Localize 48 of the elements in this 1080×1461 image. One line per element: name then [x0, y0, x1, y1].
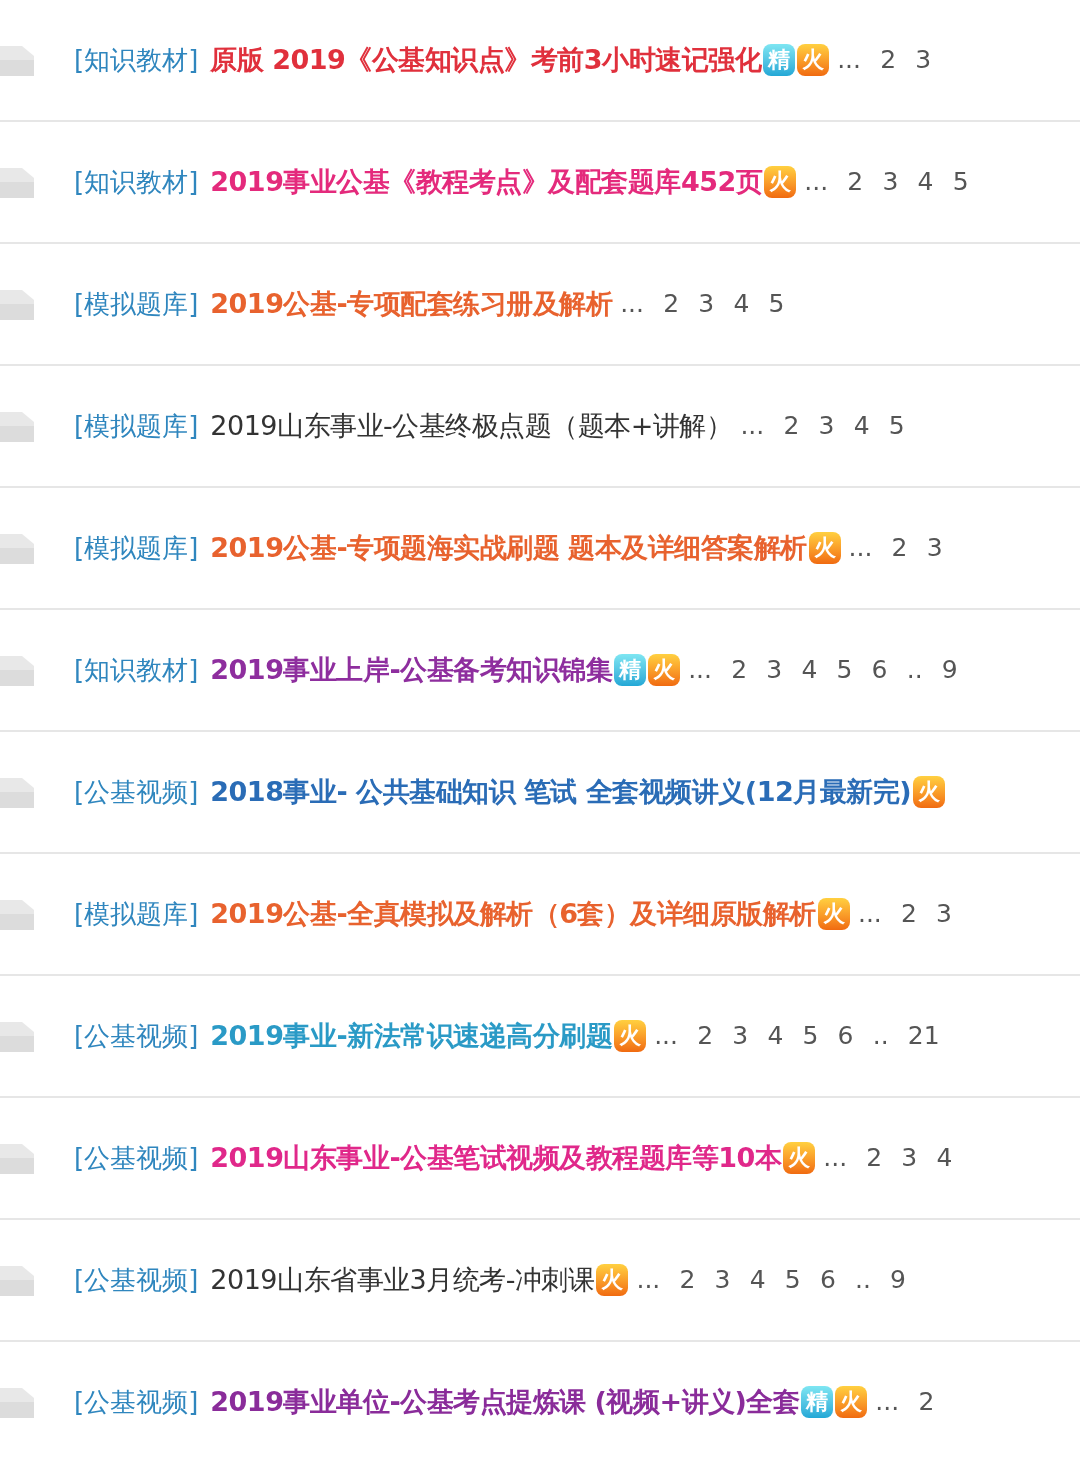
- category-tag[interactable]: [模拟题库]: [74, 528, 199, 568]
- thread-title[interactable]: 2018事业- 公共基础知识 笔试 全套视频讲义(12月最新完): [210, 771, 912, 813]
- featured-badge: 精: [763, 44, 796, 76]
- page-links[interactable]: ... 2 3 4 5 6 .. 9: [636, 1261, 906, 1299]
- page-links[interactable]: ... 2 3 4 5: [740, 407, 905, 445]
- thread-title[interactable]: 2019公基-专项配套练习册及解析: [210, 283, 613, 325]
- page-links[interactable]: ... 2 3 4 5 6 .. 9: [688, 651, 958, 689]
- hot-badge: 火: [596, 1264, 629, 1296]
- category-tag[interactable]: [公基视频]: [74, 772, 199, 812]
- page-links[interactable]: ... 2 3 4 5: [620, 285, 785, 323]
- hot-badge: 火: [783, 1142, 816, 1174]
- thread-title[interactable]: 2019公基-全真模拟及解析（6套）及详细原版解析: [210, 893, 816, 935]
- thread-title[interactable]: 原版 2019《公基知识点》考前3小时速记强化: [210, 39, 762, 81]
- thread-title[interactable]: 2019山东事业-公基终极点题（题本+讲解）: [210, 405, 733, 447]
- hot-badge: 火: [764, 166, 797, 198]
- thread-title[interactable]: 2019山东事业-公基笔试视频及教程题库等10本: [210, 1137, 782, 1179]
- page-links[interactable]: ... 2 3 4 5 6 .. 21: [654, 1017, 940, 1055]
- category-tag[interactable]: [公基视频]: [74, 1138, 199, 1178]
- featured-badge: 精: [801, 1386, 834, 1418]
- hot-badge: 火: [614, 1020, 647, 1052]
- thread-title[interactable]: 2019事业上岸-公基备考知识锦集: [210, 649, 613, 691]
- thread-title[interactable]: 2019事业单位-公基考点提炼课 (视频+讲义)全套: [210, 1381, 800, 1423]
- category-tag[interactable]: [模拟题库]: [74, 284, 199, 324]
- page-links[interactable]: ... 2 3: [837, 41, 932, 79]
- category-tag[interactable]: [知识教材]: [74, 162, 199, 202]
- page-links[interactable]: ... 2 3 4: [823, 1139, 953, 1177]
- hot-badge: 火: [808, 532, 841, 564]
- page-links[interactable]: ... 2: [875, 1383, 935, 1421]
- category-tag[interactable]: [公基视频]: [74, 1016, 199, 1056]
- thread-title[interactable]: 2019事业公基《教程考点》及配套题库452页: [210, 161, 763, 203]
- hot-badge: 火: [913, 776, 946, 808]
- category-tag[interactable]: [模拟题库]: [74, 406, 199, 446]
- hot-badge: 火: [648, 654, 681, 686]
- category-tag[interactable]: [知识教材]: [74, 650, 199, 690]
- page-links[interactable]: ... 2 3: [857, 895, 952, 933]
- hot-badge: 火: [797, 44, 830, 76]
- category-tag[interactable]: [模拟题库]: [74, 894, 199, 934]
- hot-badge: 火: [817, 898, 850, 930]
- thread-title[interactable]: 2019山东省事业3月统考-冲刺课: [210, 1259, 595, 1301]
- category-tag[interactable]: [公基视频]: [74, 1260, 199, 1300]
- hot-badge: 火: [835, 1386, 868, 1418]
- thread-title[interactable]: 2019公基-专项题海实战刷题 题本及详细答案解析: [210, 527, 807, 569]
- page-links[interactable]: ... 2 3: [848, 529, 943, 567]
- category-tag[interactable]: [公基视频]: [74, 1382, 199, 1422]
- category-tag[interactable]: [知识教材]: [74, 40, 199, 80]
- page-links[interactable]: ... 2 3 4 5: [804, 163, 969, 201]
- featured-badge: 精: [614, 654, 647, 686]
- thread-title[interactable]: 2019事业-新法常识速递高分刷题: [210, 1015, 613, 1057]
